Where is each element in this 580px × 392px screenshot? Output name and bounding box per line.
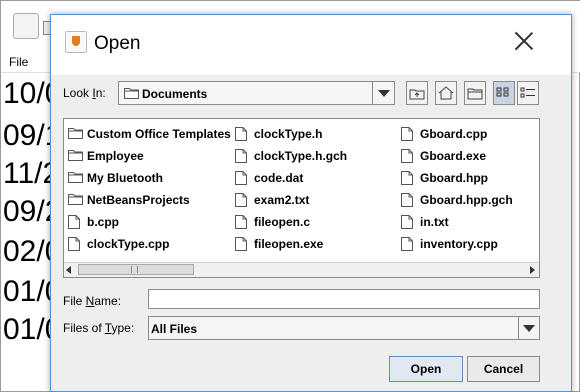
folder-icon — [68, 172, 83, 183]
scroll-right-icon[interactable] — [530, 266, 535, 274]
scroll-left-icon[interactable] — [66, 266, 71, 274]
cancel-button[interactable]: Cancel — [467, 356, 540, 382]
date-text: 09/2 — [3, 195, 51, 228]
file-name: fileopen.exe — [254, 237, 324, 251]
details-view-button[interactable] — [517, 81, 539, 105]
folder-name: Employee — [87, 149, 144, 163]
date-text: 01/0 — [3, 275, 51, 308]
date-text: 02/0 — [3, 235, 51, 268]
file-icon — [235, 215, 247, 229]
list-view-icon — [496, 87, 509, 97]
file-name: Gboard.hpp — [420, 171, 488, 185]
file-name: code.dat — [254, 171, 304, 185]
folder-icon — [68, 150, 83, 161]
file-name: clockType.h — [254, 127, 323, 141]
scrollbar-thumb[interactable] — [78, 264, 194, 275]
date-text: 09/1 — [3, 119, 51, 152]
file-name: b.cpp — [87, 215, 119, 229]
file-icon — [235, 149, 247, 163]
new-folder-icon — [467, 88, 483, 100]
file-menu[interactable]: File — [9, 55, 28, 69]
date-text: 01/0 — [3, 313, 51, 346]
file-name: Gboard.exe — [420, 149, 487, 163]
files-of-type-dropdown[interactable]: All Files — [148, 316, 540, 340]
date-text: 10/0 — [3, 77, 51, 110]
file-name: exam2.txt — [254, 193, 310, 207]
file-icon — [235, 237, 247, 251]
chevron-down-icon[interactable] — [518, 317, 539, 339]
date-text: 11/2 — [3, 157, 51, 190]
up-one-level-icon — [409, 89, 425, 100]
horizontal-scrollbar[interactable] — [64, 262, 539, 277]
file-name: Gboard.cpp — [420, 127, 488, 141]
java-app-icon — [13, 13, 39, 39]
files-of-type-value: All Files — [151, 322, 198, 336]
java-icon — [65, 31, 87, 53]
file-name: in.txt — [420, 215, 449, 229]
file-name: fileopen.c — [254, 215, 311, 229]
file-icon — [235, 171, 247, 185]
grip-icon — [131, 266, 138, 273]
up-one-level-button[interactable] — [406, 81, 428, 105]
folder-icon — [68, 128, 83, 139]
files-of-type-label: Files of Type: — [63, 321, 135, 335]
new-folder-button[interactable] — [464, 81, 486, 105]
file-list[interactable]: Custom Office Templates Employee My Blue… — [63, 118, 540, 278]
file-name-label: File Name: — [63, 294, 122, 308]
file-icon — [401, 215, 413, 229]
folder-name: NetBeansProjects — [87, 193, 190, 207]
file-name: clockType.h.gch — [254, 149, 348, 163]
look-in-value: Documents — [142, 87, 208, 101]
background-date-list: 10/0 09/1 11/2 09/2 02/0 01/0 01/0 — [1, 73, 53, 392]
file-icon — [401, 193, 413, 207]
folder-name: My Bluetooth — [87, 171, 163, 185]
file-name: inventory.cpp — [420, 237, 498, 251]
open-button[interactable]: Open — [389, 356, 463, 382]
details-view-icon — [520, 87, 535, 98]
folder-name: Custom Office Templates — [87, 127, 231, 141]
home-icon — [438, 86, 454, 100]
file-icon — [68, 237, 80, 251]
file-icon — [401, 127, 413, 141]
file-icon — [235, 193, 247, 207]
dialog-title: Open — [94, 33, 141, 54]
file-name: clockType.cpp — [87, 237, 170, 251]
file-icon — [401, 149, 413, 163]
open-dialog: Open Look In: Documents Custom Office Te… — [50, 14, 572, 392]
look-in-dropdown[interactable]: Documents — [118, 81, 395, 105]
close-icon[interactable] — [513, 29, 535, 51]
folder-icon — [124, 88, 139, 99]
chevron-down-icon[interactable] — [372, 82, 394, 104]
folder-icon — [68, 194, 83, 205]
file-icon — [235, 127, 247, 141]
file-icon — [401, 237, 413, 251]
dialog-titlebar[interactable]: Open — [51, 15, 571, 75]
list-view-button[interactable] — [493, 81, 515, 105]
file-icon — [68, 215, 80, 229]
file-name-input[interactable] — [148, 289, 540, 309]
file-name: Gboard.hpp.gch — [420, 193, 513, 207]
look-in-label: Look In: — [63, 86, 106, 100]
home-button[interactable] — [435, 81, 457, 105]
file-icon — [401, 171, 413, 185]
